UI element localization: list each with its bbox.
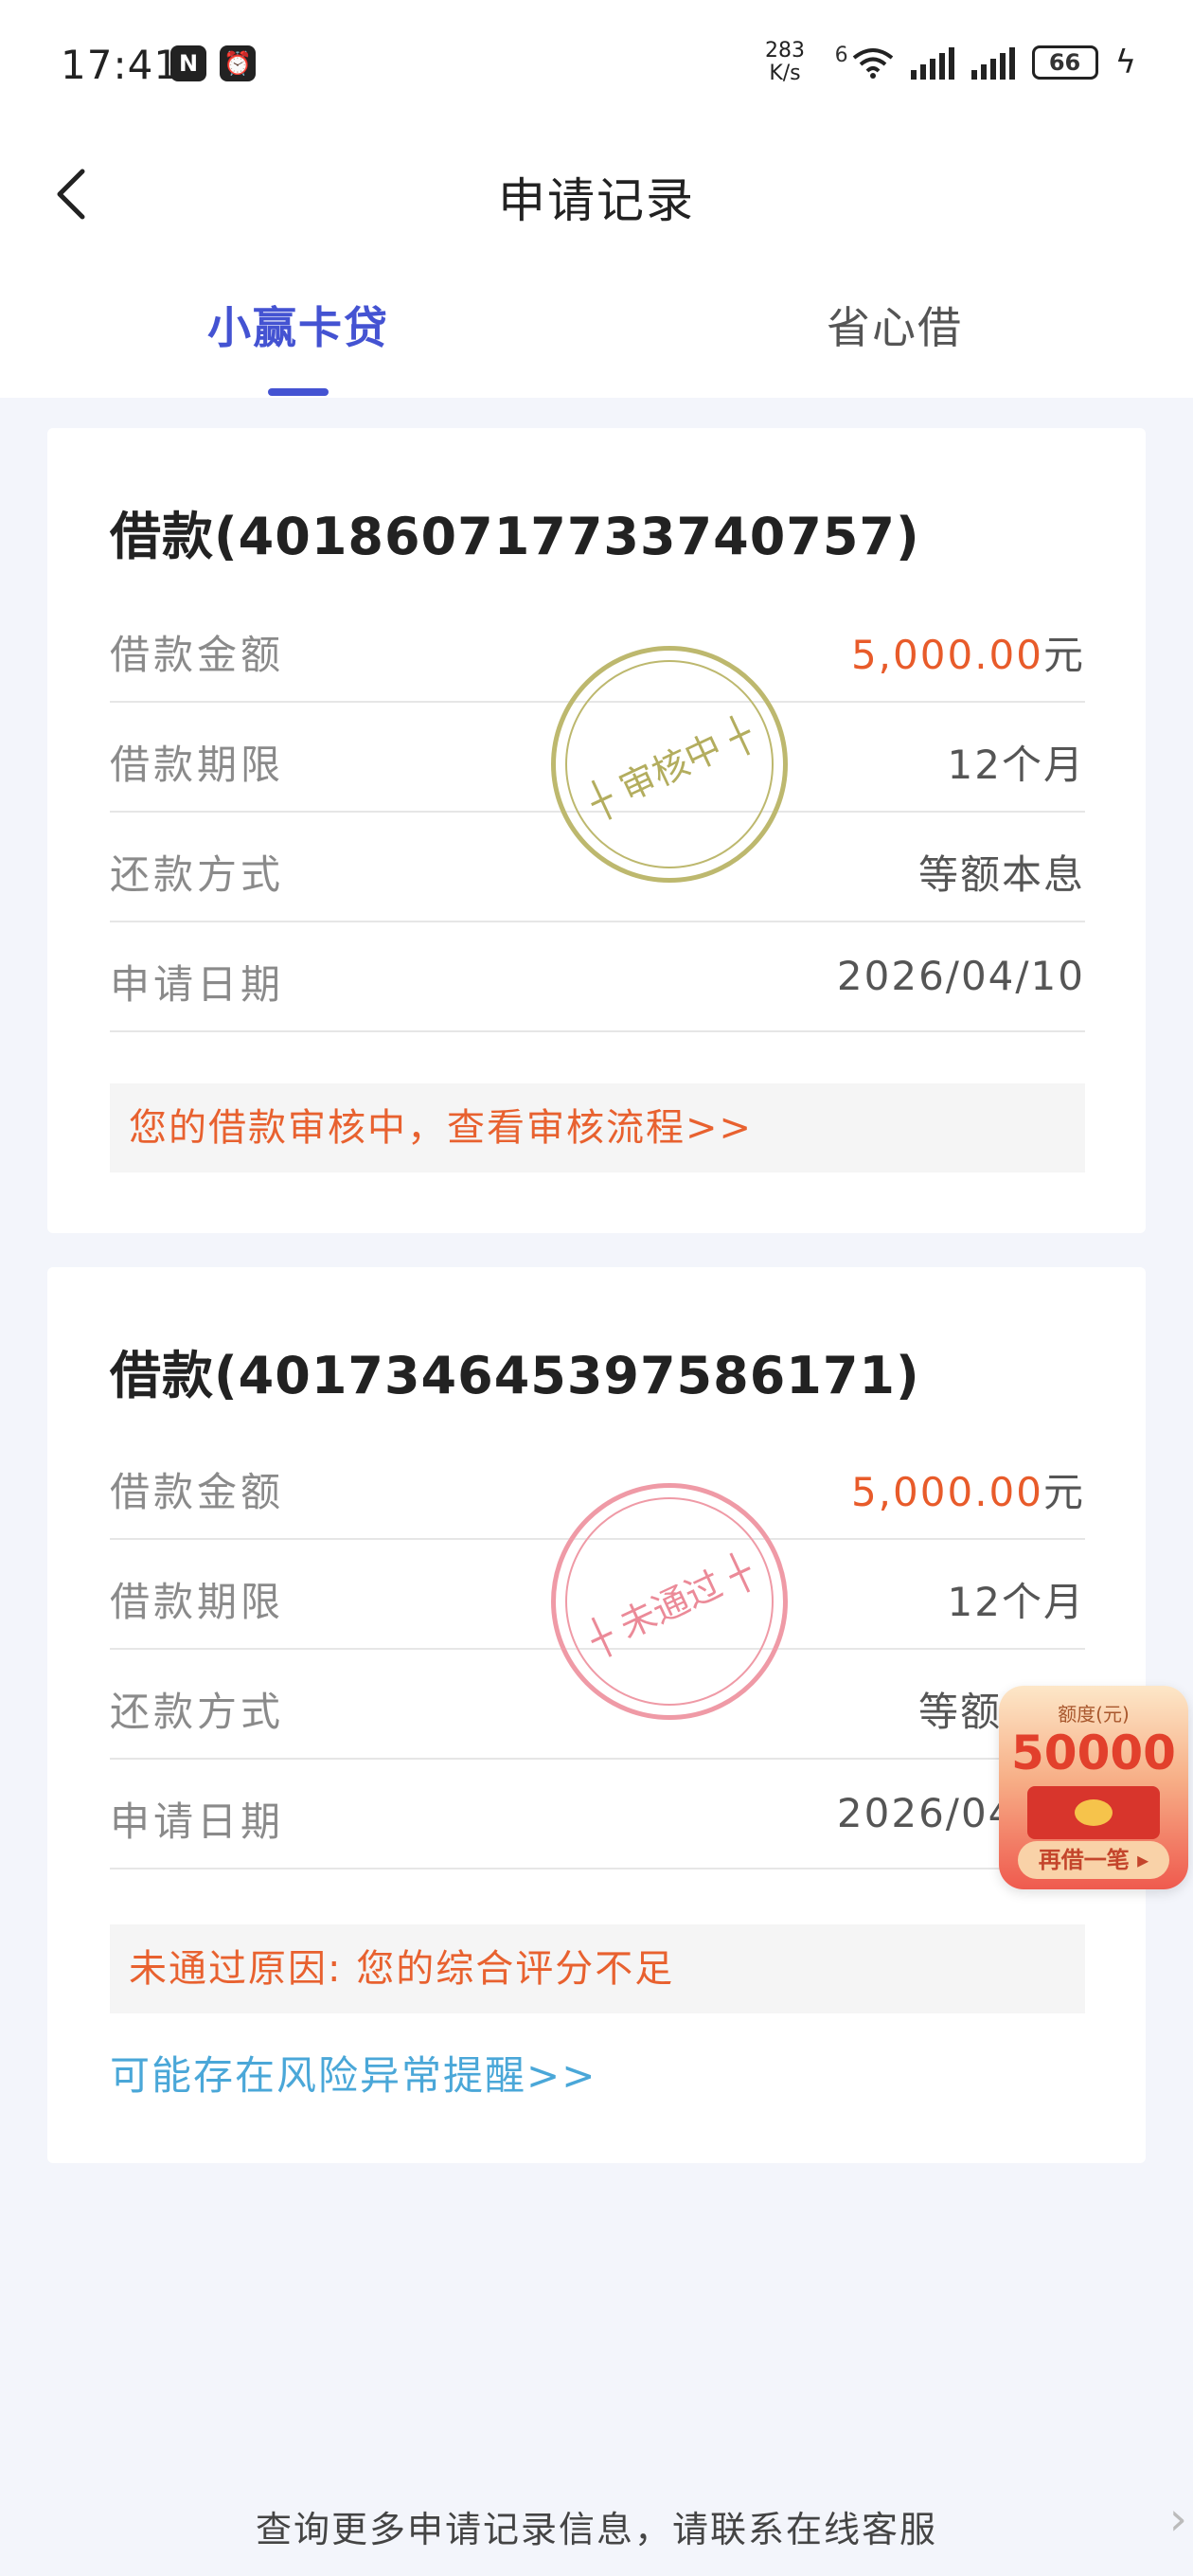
- under-review-stamp: ┼ 审核中 ┼: [551, 646, 788, 883]
- network-speed: 283 K/s: [765, 40, 805, 85]
- loan-term-value: 12个月: [947, 1579, 1085, 1625]
- borrow-again-promo[interactable]: 额度(元) 50000 再借一笔 ▸: [999, 1686, 1188, 1889]
- network-speed-unit: K/s: [769, 62, 801, 85]
- status-system-icons: 6 66 ϟ: [835, 44, 1136, 81]
- repayment-method-label: 还款方式: [110, 851, 285, 898]
- review-process-link[interactable]: 您的借款审核中，查看审核流程>>: [110, 1083, 1085, 1172]
- loan-amount-number: 5,000.00: [850, 632, 1043, 678]
- nfc-icon: N: [170, 45, 206, 81]
- apply-date-row: 申请日期 2026/04/10: [110, 922, 1085, 1032]
- loan-amount-value: 5,000.00元: [851, 1460, 1085, 1518]
- tab-shengxin-loan[interactable]: 省心借: [705, 294, 1084, 356]
- loan-amount-value: 5,000.00元: [851, 623, 1085, 681]
- battery-icon: 66: [1031, 45, 1098, 80]
- page-title: 申请记录: [498, 173, 695, 228]
- loan-amount-label: 借款金额: [110, 1469, 285, 1515]
- apply-date-row: 申请日期 2026/04/10: [110, 1760, 1085, 1869]
- loan-record-title: 借款(401734645397586171): [110, 1346, 920, 1405]
- status-notification-icons: N ⏰: [170, 45, 256, 81]
- apply-date-label: 申请日期: [110, 961, 285, 1008]
- loan-record-title: 借款(401860717733740757): [110, 507, 920, 566]
- signal-icon-1: [910, 45, 954, 80]
- status-bar: 17:41 N ⏰ 283 K/s 6 66 ϟ: [0, 0, 1193, 133]
- loan-term-label: 借款期限: [110, 1579, 285, 1625]
- signal-icon-2: [970, 45, 1015, 80]
- loan-record-card[interactable]: 借款(401734645397586171) 借款金额 5,000.00元 借款…: [47, 1267, 1146, 2163]
- status-time: 17:41: [61, 42, 181, 88]
- charging-icon: ϟ: [1114, 44, 1136, 81]
- rejected-stamp-text: ┼ 未通过 ┼: [582, 1548, 759, 1660]
- contact-support-hint[interactable]: 查询更多申请记录信息，请联系在线客服: [0, 2500, 1193, 2552]
- repayment-method-label: 还款方式: [110, 1689, 285, 1735]
- alarm-icon: ⏰: [220, 45, 256, 81]
- loan-term-value: 12个月: [947, 742, 1085, 788]
- under-review-stamp-text: ┼ 审核中 ┼: [582, 711, 759, 823]
- red-envelope-icon: [1027, 1786, 1160, 1839]
- repayment-method-value: 等额本息: [917, 851, 1085, 898]
- network-type: 6: [834, 44, 848, 67]
- risk-alert-link[interactable]: 可能存在风险异常提醒>>: [110, 2044, 596, 2102]
- promo-limit-amount: 50000: [1011, 1726, 1176, 1780]
- loan-record-card[interactable]: 借款(401860717733740757) 借款金额 5,000.00元 借款…: [47, 428, 1146, 1233]
- wifi-icon: [852, 48, 893, 79]
- active-tab-indicator: [268, 388, 329, 396]
- loan-amount-unit: 元: [1042, 632, 1085, 678]
- header: 申请记录: [0, 133, 1193, 256]
- rejection-reason: 未通过原因: 您的综合评分不足: [110, 1924, 1085, 2013]
- rejected-stamp: ┼ 未通过 ┼: [551, 1483, 788, 1720]
- apply-date-label: 申请日期: [110, 1798, 285, 1845]
- loan-term-label: 借款期限: [110, 742, 285, 788]
- loan-amount-number: 5,000.00: [850, 1469, 1043, 1515]
- apply-date-value: 2026/04/10: [836, 953, 1085, 999]
- chevron-right-icon: ›: [1168, 2493, 1187, 2546]
- tab-bar: 小赢卡贷 省心借: [0, 256, 1193, 398]
- borrow-again-button[interactable]: 再借一笔 ▸: [1018, 1841, 1169, 1879]
- tab-xiaoying-card-loan[interactable]: 小赢卡贷: [109, 294, 488, 356]
- promo-limit-label: 额度(元): [1058, 1703, 1130, 1726]
- loan-amount-unit: 元: [1042, 1469, 1085, 1515]
- loan-amount-label: 借款金额: [110, 632, 285, 678]
- network-speed-value: 283: [765, 39, 805, 63]
- battery-level: 66: [1048, 49, 1081, 76]
